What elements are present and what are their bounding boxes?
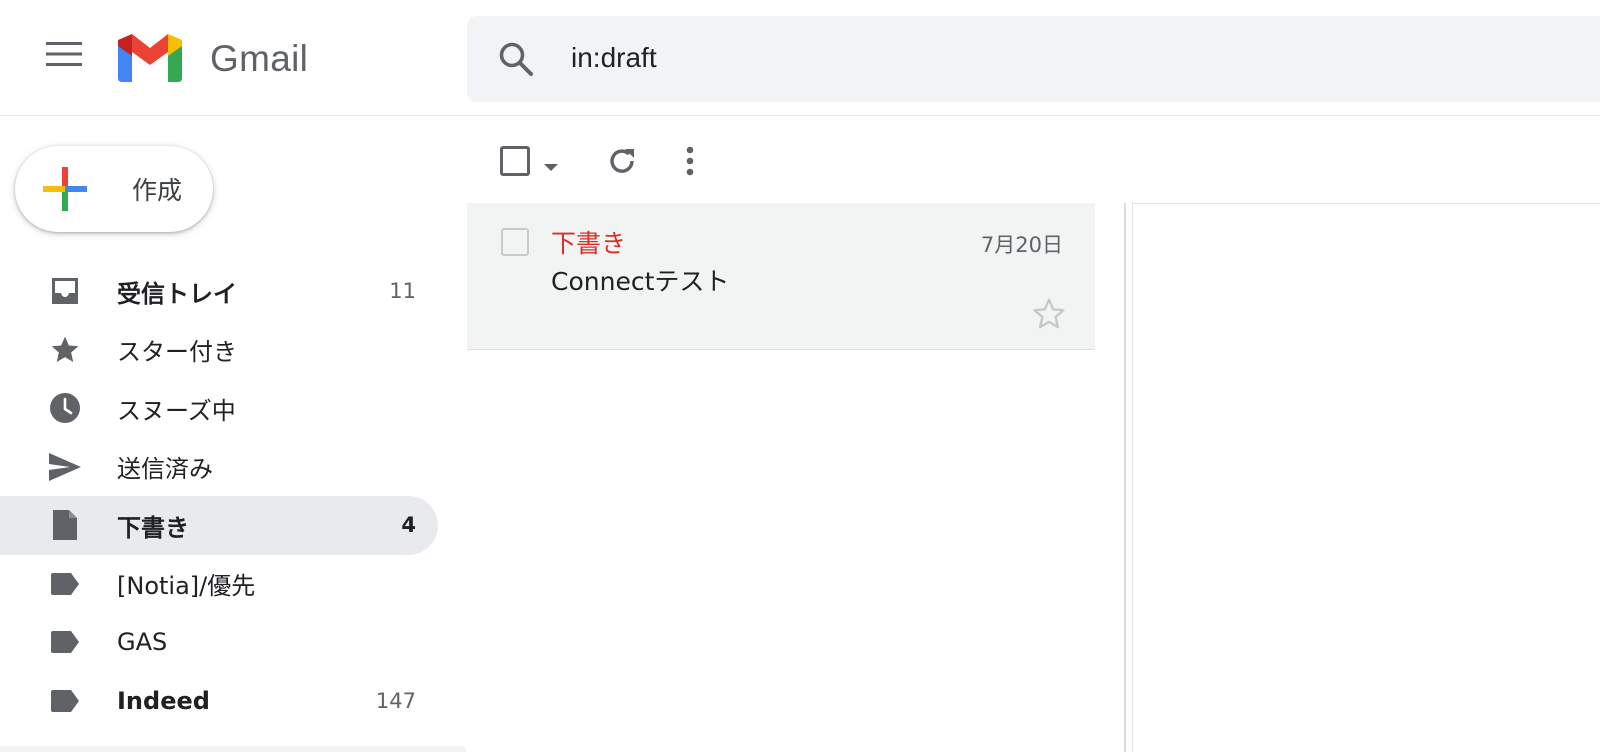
- unread-count: 4: [401, 513, 416, 538]
- pane-divider[interactable]: [1124, 203, 1126, 752]
- refresh-icon[interactable]: [605, 144, 639, 182]
- unread-count: 11: [389, 279, 416, 304]
- sidebar-item-inbox[interactable]: 受信トレイ 11: [0, 262, 438, 321]
- sidebar-item-sent[interactable]: 送信済み: [0, 438, 438, 497]
- sidebar-item-label: Indeed: [117, 686, 210, 715]
- sidebar-item-label: スター付き: [117, 338, 237, 367]
- message-date: 7月20日: [980, 233, 1063, 257]
- compose-button[interactable]: 作成: [15, 146, 213, 232]
- sidebar-scroll-edge: [0, 746, 466, 752]
- label-icon: [48, 625, 82, 659]
- unread-count: 147: [375, 688, 416, 713]
- label-icon: [48, 567, 82, 601]
- main-menu-button[interactable]: [36, 28, 92, 84]
- sidebar-nav: 受信トレイ 11 スター付き スヌーズ中 送信済み 下書き 4 [Notia]/…: [0, 262, 440, 730]
- sidebar-item-label: スヌーズ中: [117, 396, 236, 425]
- sidebar-item-gas[interactable]: GAS: [0, 613, 438, 672]
- star-icon: [48, 333, 82, 367]
- reading-pane-top-edge: [1132, 203, 1600, 204]
- sidebar-item-starred[interactable]: スター付き: [0, 321, 438, 380]
- gmail-app: Gmail 作成: [0, 0, 1600, 752]
- sidebar-item-drafts[interactable]: 下書き 4: [0, 496, 438, 555]
- sidebar-item-indeed[interactable]: Indeed 147: [0, 672, 438, 731]
- sidebar-item-label: 受信トレイ: [117, 279, 237, 308]
- compose-label: 作成: [132, 176, 183, 205]
- plus-icon: [43, 167, 87, 211]
- label-icon: [48, 684, 82, 718]
- caret-down-icon[interactable]: [543, 157, 559, 176]
- sidebar-item-label: GAS: [117, 628, 168, 657]
- select-all-checkbox[interactable]: [500, 146, 530, 176]
- gmail-m-logo-icon: [118, 32, 182, 86]
- inbox-icon: [48, 274, 82, 308]
- draft-file-icon: [48, 508, 82, 542]
- more-vert-icon[interactable]: [685, 144, 695, 182]
- message-subject: Connectテスト: [551, 267, 730, 296]
- message-sender: 下書き: [551, 229, 627, 258]
- search-bar[interactable]: [467, 16, 1600, 102]
- message-row[interactable]: 下書き 7月20日 Connectテスト: [467, 203, 1095, 350]
- sidebar-item-label: [Notia]/優先: [117, 572, 256, 601]
- reading-pane-edge: [1132, 203, 1133, 752]
- hamburger-menu-icon: [46, 41, 82, 71]
- send-icon: [48, 450, 82, 484]
- app-name: Gmail: [210, 38, 309, 79]
- star-outline-icon[interactable]: [1031, 296, 1067, 336]
- sidebar-item-snoozed[interactable]: スヌーズ中: [0, 379, 438, 438]
- search-input[interactable]: [571, 38, 1471, 78]
- top-header: Gmail: [0, 0, 1600, 116]
- gmail-logo[interactable]: Gmail: [118, 32, 308, 86]
- sidebar-item-notia-priority[interactable]: [Notia]/優先: [0, 555, 438, 614]
- search-icon[interactable]: [497, 40, 535, 82]
- sidebar-item-label: 送信済み: [117, 455, 213, 484]
- message-list: 下書き 7月20日 Connectテスト: [467, 203, 1095, 350]
- message-select-checkbox[interactable]: [501, 228, 529, 256]
- sidebar-item-label: 下書き: [117, 513, 189, 542]
- clock-icon: [48, 391, 82, 425]
- message-toolbar: [467, 130, 1600, 192]
